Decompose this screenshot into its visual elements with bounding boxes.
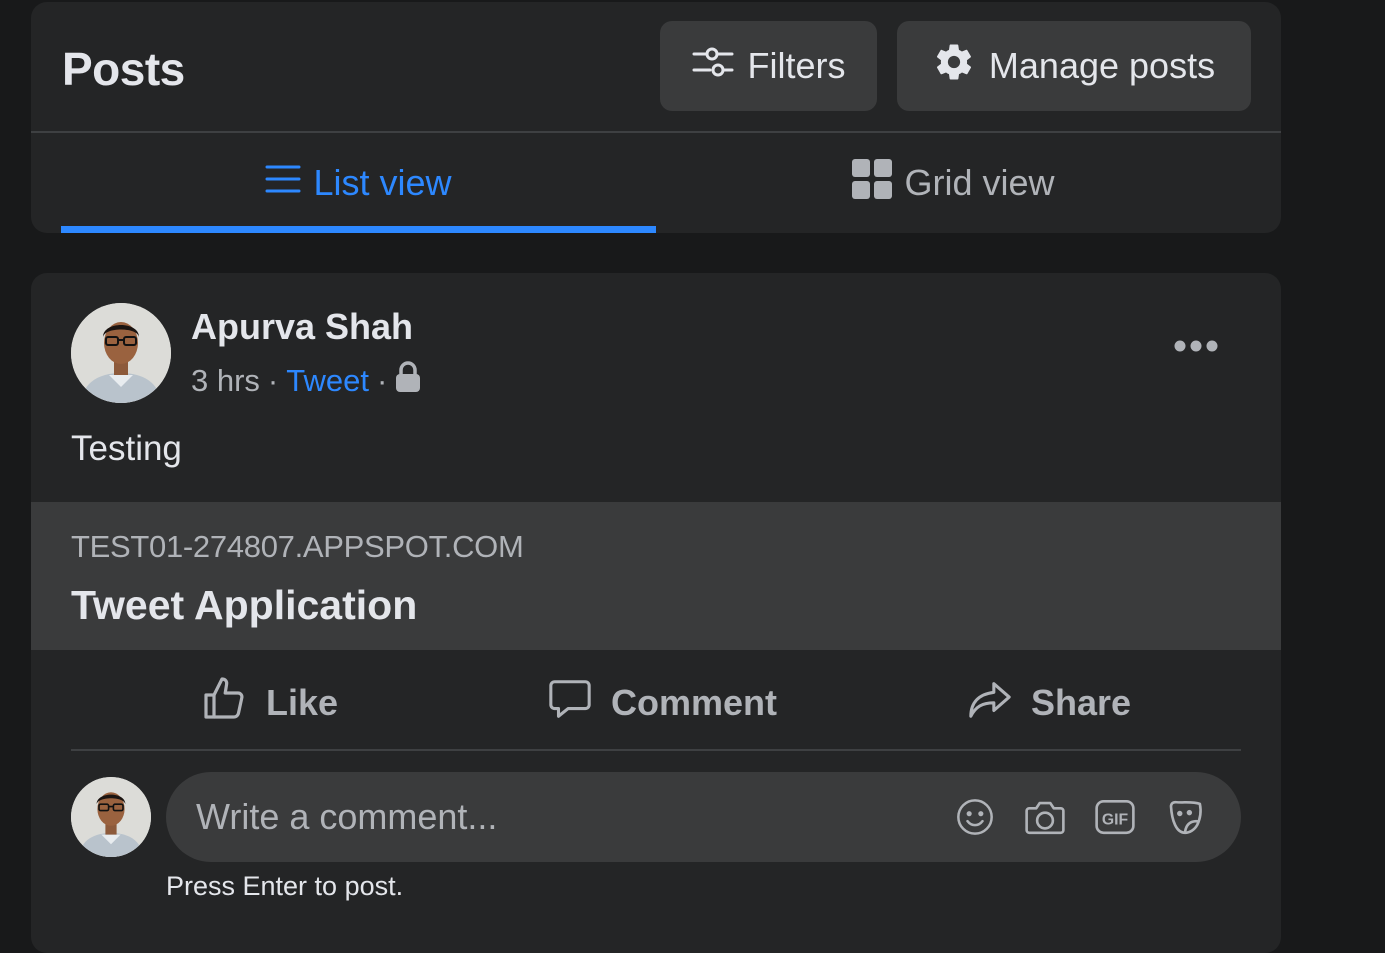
tab-grid-view-label: Grid view (904, 162, 1055, 203)
comment-hint: Press Enter to post. (166, 871, 404, 901)
thumbs-up-icon (200, 675, 248, 732)
lock-icon[interactable] (395, 361, 421, 401)
meta-separator: · (376, 363, 388, 398)
actions-divider (71, 749, 1241, 751)
sticker-icon[interactable] (1163, 795, 1207, 839)
share-label: Share (1031, 682, 1132, 723)
like-button[interactable]: Like (200, 663, 338, 743)
filters-button[interactable]: Filters (660, 21, 877, 111)
post-card: Apurva Shah 3 hrs · Tweet · Testing TEST… (31, 273, 1281, 953)
emoji-icon[interactable] (953, 795, 997, 839)
filters-label: Filters (747, 45, 846, 86)
posts-header-card: Posts Filters Manage posts List view Gri… (31, 2, 1281, 233)
post-app-link[interactable]: Tweet (286, 363, 369, 399)
page-title: Posts (62, 43, 185, 95)
more-options-button[interactable] (1167, 333, 1225, 363)
share-arrow-icon (967, 676, 1013, 731)
active-tab-indicator (61, 226, 656, 233)
share-button[interactable]: Share (967, 663, 1131, 743)
tab-list-view[interactable]: List view (61, 133, 656, 233)
sliders-icon (692, 45, 734, 88)
more-horizontal-icon (1174, 339, 1218, 357)
comment-label: Comment (611, 682, 778, 723)
manage-posts-button[interactable]: Manage posts (897, 21, 1251, 111)
post-timestamp[interactable]: 3 hrs (191, 363, 260, 399)
gif-icon[interactable]: GIF (1093, 795, 1137, 839)
grid-icon (852, 158, 893, 208)
gear-icon (933, 41, 975, 92)
comment-bubble-icon (547, 676, 593, 731)
avatar[interactable] (71, 303, 171, 403)
avatar[interactable] (71, 777, 151, 857)
link-preview-domain: TEST01-274807.APPSPOT.COM (71, 529, 524, 564)
list-icon (265, 162, 301, 204)
like-label: Like (266, 682, 339, 723)
meta-separator: · (267, 363, 279, 398)
comment-composer: GIF (166, 772, 1241, 862)
link-preview[interactable]: TEST01-274807.APPSPOT.COM Tweet Applicat… (31, 502, 1281, 650)
post-text: Testing (71, 429, 182, 468)
link-preview-title: Tweet Application (71, 582, 418, 628)
comment-button[interactable]: Comment (547, 663, 777, 743)
comment-input[interactable] (196, 772, 896, 862)
svg-text:GIF: GIF (1102, 812, 1129, 829)
tab-grid-view[interactable]: Grid view (656, 133, 1251, 233)
post-meta: 3 hrs · Tweet · (191, 361, 421, 401)
tab-list-view-label: List view (313, 162, 452, 203)
manage-posts-label: Manage posts (988, 45, 1216, 86)
post-author-name[interactable]: Apurva Shah (191, 306, 413, 348)
camera-icon[interactable] (1023, 795, 1067, 839)
